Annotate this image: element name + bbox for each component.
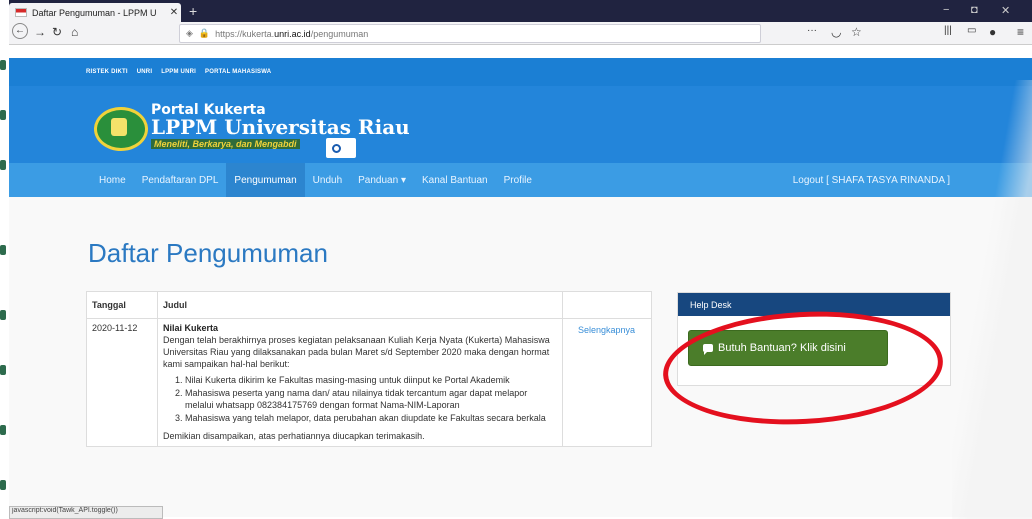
page-title: Daftar Pengumuman (88, 238, 328, 268)
tab-close-icon[interactable]: ✕ (167, 7, 181, 18)
page-actions-icon[interactable]: ··· (807, 25, 817, 36)
row-intro: Dengan telah berakhirnya proses kegiatan… (163, 335, 550, 369)
col-tanggal: Tanggal (86, 291, 158, 319)
window-close-button[interactable]: ✕ (1001, 4, 1010, 17)
link-portal-mahasiswa[interactable]: PORTAL MAHASISWA (205, 69, 271, 75)
menu-pendaftaran-dpl[interactable]: Pendaftaran DPL (134, 163, 227, 197)
row-content: Nilai Kukerta Dengan telah berakhirnya p… (157, 318, 563, 447)
maximize-button[interactable]: ◘ (971, 4, 978, 16)
announcement-table: Tanggal Judul 2020-11-12 Nilai Kukerta D… (86, 291, 652, 447)
header-motto: Meneliti, Berkarya, dan Mengabdi (151, 139, 300, 149)
certification-badge-icon (326, 138, 356, 158)
row-title: Nilai Kukerta (163, 323, 219, 333)
col-judul: Judul (157, 291, 563, 319)
website: RISTEK DIKTI UNRI LPPM UNRI PORTAL MAHAS… (9, 58, 1032, 517)
menu-panduan[interactable]: Panduan ▾ (350, 163, 414, 197)
navigation-bar: ← → ↻ ⌂ ◈ 🔒 https://kukerta.unri.ac.id/p… (9, 22, 1032, 45)
unri-logo[interactable] (94, 107, 148, 151)
pocket-icon[interactable]: ◡ (831, 25, 841, 39)
flag-favicon-icon (15, 8, 27, 17)
logout-link[interactable]: Logout [ SHAFA TASYA RINANDA ] (793, 163, 950, 197)
row-date: 2020-11-12 (86, 318, 158, 447)
extension-icon[interactable]: ● (989, 25, 996, 39)
forward-arrow-icon[interactable]: → (34, 25, 46, 39)
lock-icon: 🔒 (198, 28, 211, 38)
list-item: Nilai Kukerta dikirim ke Fakultas masing… (185, 374, 557, 386)
row-action: Selengkapnya (562, 318, 652, 447)
row-list: Nilai Kukerta dikirim ke Fakultas masing… (163, 374, 557, 424)
menu-kanal-bantuan[interactable]: Kanal Bantuan (414, 163, 496, 197)
home-icon[interactable]: ⌂ (71, 25, 78, 39)
minimize-button[interactable]: − (943, 4, 949, 16)
sidebar-icon[interactable]: ▭ (967, 25, 976, 36)
menu-pengumuman[interactable]: Pengumuman (226, 163, 305, 197)
url-bar[interactable]: ◈ 🔒 https://kukerta.unri.ac.id/pengumuma… (179, 24, 761, 43)
menu-home[interactable]: Home (91, 163, 134, 197)
link-lppm-unri[interactable]: LPPM UNRI (161, 69, 196, 75)
main-menu: Home Pendaftaran DPL Pengumuman Unduh Pa… (9, 163, 1032, 197)
browser-tab[interactable]: Daftar Pengumuman - LPPM U ✕ (9, 3, 181, 22)
tab-bar: Daftar Pengumuman - LPPM U ✕ + − ◘ ✕ (9, 0, 1032, 22)
left-edge-strip (0, 0, 9, 519)
url-text: https://kukerta.unri.ac.id/pengumuman (215, 28, 369, 39)
table-header: Tanggal Judul (86, 291, 652, 319)
browser-window: Daftar Pengumuman - LPPM U ✕ + − ◘ ✕ ← →… (9, 0, 1032, 519)
tab-title: Daftar Pengumuman - LPPM U (32, 7, 157, 18)
list-item: Mahasiswa yang telah melapor, data perub… (185, 412, 557, 424)
link-unri[interactable]: UNRI (137, 69, 152, 75)
header-title: LPPM Universitas Riau (151, 115, 410, 139)
top-links: RISTEK DIKTI UNRI LPPM UNRI PORTAL MAHAS… (9, 58, 1032, 86)
shield-icon: ◈ (186, 28, 193, 38)
table-row: 2020-11-12 Nilai Kukerta Dengan telah be… (86, 318, 652, 447)
link-ristek-dikti[interactable]: RISTEK DIKTI (86, 69, 128, 75)
bookmark-star-icon[interactable]: ☆ (851, 25, 862, 39)
list-item: Mahasiswa peserta yang nama dan/ atau ni… (185, 387, 557, 411)
back-arrow-icon[interactable]: ← (12, 23, 28, 39)
site-header: Portal Kukerta LPPM Universitas Riau Men… (9, 86, 1032, 163)
reload-icon[interactable]: ↻ (52, 25, 62, 39)
menu-profile[interactable]: Profile (496, 163, 540, 197)
col-action (562, 291, 652, 319)
new-tab-button[interactable]: + (189, 3, 197, 19)
row-closing: Demikian disampaikan, atas perhatiannya … (163, 431, 425, 441)
menu-icon[interactable]: ≡ (1017, 25, 1024, 39)
status-bar: javascript:void(Tawk_API.toggle()) (9, 506, 163, 519)
menu-unduh[interactable]: Unduh (305, 163, 350, 197)
library-icon[interactable]: ||| (944, 25, 952, 36)
selengkapnya-link[interactable]: Selengkapnya (578, 325, 635, 335)
